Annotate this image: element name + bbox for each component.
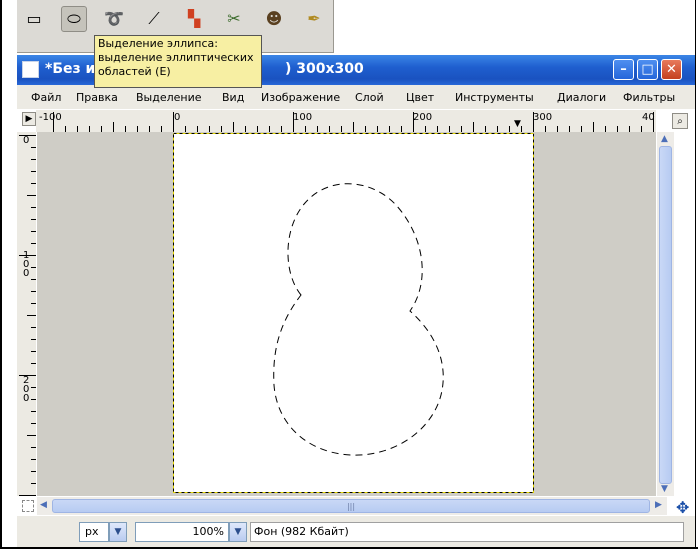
paths-tool[interactable]: ✒: [301, 6, 327, 32]
unit-value: px: [85, 525, 99, 538]
scroll-up-icon[interactable]: ▲: [661, 134, 668, 144]
menu-select[interactable]: Выделение: [136, 91, 202, 104]
selection-outline: [173, 133, 534, 493]
chevron-down-icon: ▼: [114, 527, 122, 537]
zoom-fit-button[interactable]: ⌕: [672, 113, 688, 129]
rect-select-icon: ▭: [26, 9, 42, 28]
statusbar: px ▼ 100% ▼ Фон (982 Кбайт): [17, 516, 695, 547]
vertical-ruler-ticks: [19, 135, 36, 496]
horizontal-scroll-thumb[interactable]: |||: [52, 499, 650, 513]
ruler-label: 200: [23, 375, 30, 404]
ruler-label: -100: [39, 112, 62, 123]
ruler-label: 200: [413, 112, 433, 123]
layer-info-text: Фон (982 Кбайт): [254, 525, 349, 538]
rect-select-tool[interactable]: ▭: [21, 6, 47, 32]
maximize-button[interactable]: □: [637, 59, 658, 80]
scissors-select-tool[interactable]: ✂: [221, 6, 247, 32]
tooltip-line-3: областей (E): [98, 65, 171, 78]
menu-layer[interactable]: Слой: [355, 91, 384, 104]
menu-tools[interactable]: Инструменты: [455, 91, 534, 104]
ruler-label: 100: [23, 250, 30, 279]
zoom-dropdown-button[interactable]: ▼: [229, 522, 247, 542]
window-title-suffix: ) 300x300: [285, 61, 364, 77]
close-button[interactable]: ✕: [661, 59, 682, 80]
free-select-icon: ➰: [104, 9, 124, 28]
fuzzy-select-icon: ⟋: [148, 9, 160, 28]
vertical-scrollbar[interactable]: ▲ ▼: [657, 132, 674, 496]
unit-select[interactable]: px: [79, 522, 109, 542]
tooltip-line-2: выделение эллиптических: [98, 51, 254, 64]
menu-color[interactable]: Цвет: [406, 91, 434, 104]
menu-file[interactable]: Файл: [31, 91, 61, 104]
horizontal-ruler[interactable]: -100 0 100 200 300 40 ▼: [36, 110, 656, 132]
scroll-left-icon[interactable]: ◀: [40, 500, 47, 510]
scissors-select-icon: ✂: [227, 9, 241, 28]
scroll-right-icon[interactable]: ▶: [655, 500, 662, 510]
triangle-right-icon: ▶: [25, 114, 33, 124]
scroll-down-icon[interactable]: ▼: [661, 484, 668, 494]
free-select-tool[interactable]: ➰: [101, 6, 127, 32]
layer-info-field: Фон (982 Кбайт): [250, 522, 684, 542]
menu-dialogs[interactable]: Диалоги: [557, 91, 606, 104]
tooltip-line-1: Выделение эллипса:: [98, 37, 218, 50]
magnifier-icon: ⌕: [677, 115, 683, 127]
minimize-button[interactable]: –: [613, 59, 634, 80]
ruler-label: 100: [293, 112, 313, 123]
pointer-marker-icon: ▼: [514, 119, 521, 129]
image-canvas[interactable]: [173, 133, 534, 493]
vertical-scroll-thumb[interactable]: [659, 146, 672, 484]
menu-view[interactable]: Вид: [222, 91, 244, 104]
quick-mask-toggle[interactable]: [22, 500, 34, 512]
foreground-select-tool[interactable]: ☻: [261, 6, 287, 32]
ellipse-select-icon: ⬭: [67, 9, 81, 28]
tooltip-ellipse-select: Выделение эллипса: выделение эллиптическ…: [94, 35, 262, 88]
ruler-menu-button[interactable]: ▶: [22, 112, 36, 126]
menubar: Файл Правка Выделение Вид Изображение Сл…: [17, 85, 695, 109]
chevron-down-icon: ▼: [234, 527, 242, 537]
navigate-icon[interactable]: ✥: [676, 498, 689, 517]
ruler-label: 40: [642, 112, 655, 123]
ellipse-select-tool[interactable]: ⬭: [61, 6, 87, 32]
ruler-label: 0: [23, 135, 30, 146]
ruler-label: 300: [533, 112, 553, 123]
vertical-ruler[interactable]: 0 100 200: [17, 132, 36, 496]
frame-border-left: [0, 0, 2, 549]
window-title-prefix: *Без и: [45, 61, 96, 77]
unit-dropdown-button[interactable]: ▼: [109, 522, 127, 542]
fuzzy-select-tool[interactable]: ⟋: [141, 6, 167, 32]
grip-icon: |||: [346, 501, 356, 511]
paths-tool-icon: ✒: [307, 9, 321, 28]
select-by-color-tool[interactable]: ▚: [181, 6, 207, 32]
frame-border-right: [695, 0, 696, 549]
foreground-select-icon: ☻: [265, 9, 283, 28]
menu-filters[interactable]: Фильтры: [623, 91, 675, 104]
zoom-combo[interactable]: 100%: [135, 522, 229, 542]
ruler-label: 0: [174, 112, 181, 123]
horizontal-scrollbar[interactable]: ◀ ||| ▶: [37, 497, 667, 515]
menu-image[interactable]: Изображение: [261, 91, 340, 104]
zoom-value: 100%: [192, 525, 224, 538]
horizontal-ruler-ticks: [53, 112, 654, 132]
image-window-icon: [22, 61, 39, 78]
select-by-color-icon: ▚: [187, 9, 201, 28]
menu-edit[interactable]: Правка: [76, 91, 118, 104]
